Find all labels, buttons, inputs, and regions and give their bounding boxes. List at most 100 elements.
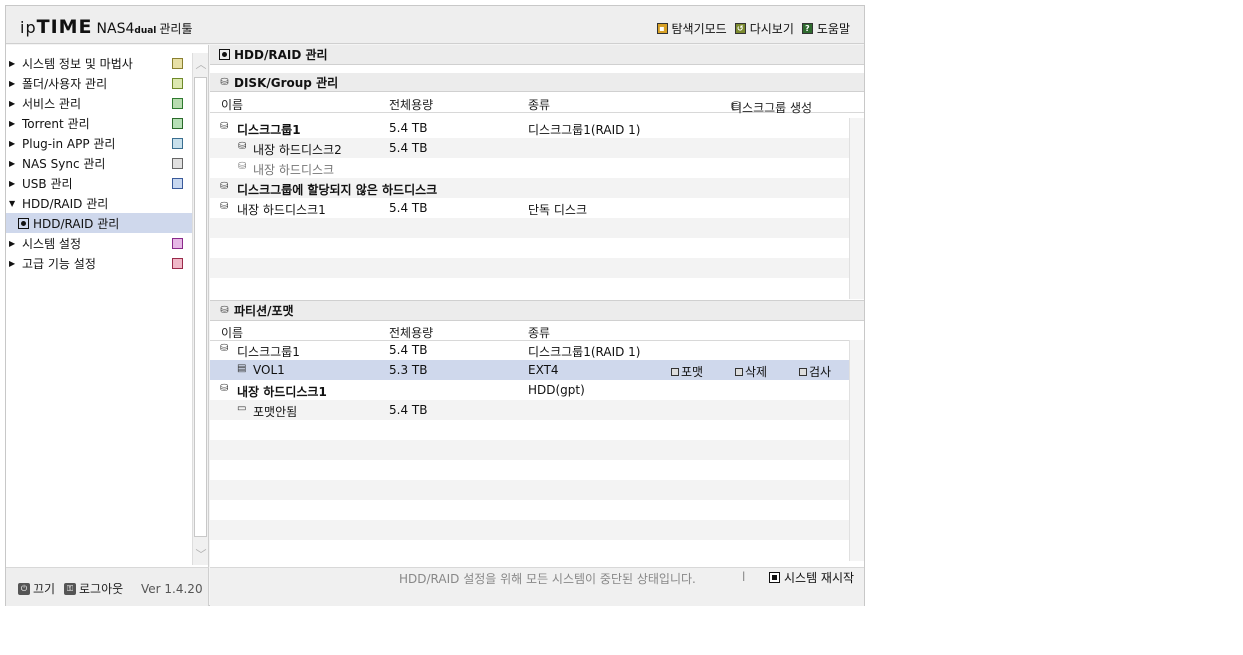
advanced-icon <box>172 258 183 269</box>
table-row <box>210 480 849 500</box>
partition-section-header: ⛁ 파티션/포맷 <box>210 300 864 321</box>
disk-group-icon: ⛁ <box>220 181 229 192</box>
disk-group-icon: ⛁ <box>220 343 229 354</box>
sidebar-item-label: USB 관리 <box>22 176 73 191</box>
table-row <box>210 278 849 298</box>
row-type: HDD(gpt) <box>528 383 585 397</box>
sidebar-item-label: Torrent 관리 <box>22 116 90 131</box>
logout-button[interactable]: ⚿ 로그아웃 <box>64 580 123 597</box>
scrollbar-thumb[interactable] <box>194 77 207 537</box>
system-restart-label: 시스템 재시작 <box>784 571 855 585</box>
check-icon <box>799 367 807 376</box>
unformatted-partition-icon: ▭ <box>237 403 247 414</box>
plugin-icon <box>172 138 183 149</box>
disk-group-section-title: DISK/Group 관리 <box>234 75 339 90</box>
check-label: 검사 <box>809 365 832 379</box>
delete-button[interactable]: 삭제 <box>735 363 767 380</box>
sidebar-item-torrent[interactable]: ▶ Torrent 관리 <box>6 113 193 133</box>
expand-arrow-icon: ▶ <box>9 258 16 268</box>
restart-icon <box>769 572 780 583</box>
version-text: Ver 1.4.20 <box>141 582 203 596</box>
delete-label: 삭제 <box>745 365 768 379</box>
table-row[interactable]: ⛁ 디스크그룹1 5.4 TB 디스크그룹1(RAID 1) <box>210 118 849 138</box>
torrent-icon <box>172 118 183 129</box>
row-type: 단독 디스크 <box>528 203 588 217</box>
sidebar-item-service[interactable]: ▶ 서비스 관리 <box>6 93 193 113</box>
app-window: ip TIME NAS4 dual 관리툴 ▪ 탐색기모드 ↺ 다시보기 ? 도… <box>5 5 865 606</box>
sidebar-item-folder-user[interactable]: ▶ 폴더/사용자 관리 <box>6 73 193 93</box>
row-capacity: 5.4 TB <box>389 141 428 155</box>
collapse-arrow-icon: ▼ <box>9 198 16 208</box>
row-name: 내장 하드디스크 <box>253 163 335 177</box>
help-link[interactable]: ? 도움말 <box>801 20 850 37</box>
sidebar-item-hdd-raid[interactable]: ▼ HDD/RAID 관리 <box>6 193 193 213</box>
row-type: 디스크그룹1(RAID 1) <box>528 345 641 359</box>
format-label: 포맷 <box>681 365 704 379</box>
row-name: 디스크그룹에 할당되지 않은 하드디스크 <box>237 183 438 197</box>
sidebar-item-label: Plug-in APP 관리 <box>22 136 116 151</box>
partition-column-header: 이름 전체용량 종류 <box>210 321 864 341</box>
status-message: HDD/RAID 설정을 위해 모든 시스템이 중단된 상태입니다. <box>399 572 696 586</box>
check-button[interactable]: 검사 <box>799 363 831 380</box>
sidebar-item-system-settings[interactable]: ▶ 시스템 설정 <box>6 233 193 253</box>
row-name: 내장 하드디스크1 <box>237 385 327 399</box>
sidebar-item-plugin-app[interactable]: ▶ Plug-in APP 관리 <box>6 133 193 153</box>
delete-icon <box>735 367 743 376</box>
folder-icon: ▪ <box>656 23 668 34</box>
partition-scrollbar[interactable] <box>849 340 864 561</box>
table-row[interactable]: ⛁ 내장 하드디스크1 5.4 TB 단독 디스크 <box>210 198 849 218</box>
service-icon <box>172 98 183 109</box>
status-bar: HDD/RAID 설정을 위해 모든 시스템이 중단된 상태입니다. l 시스템… <box>210 567 864 606</box>
disk-group-column-header: 이름 전체용량 종류 ⛁ 디스크그룹 생성 <box>210 93 864 115</box>
table-row-selected[interactable]: ▤ VOL1 5.3 TB EXT4 포맷 삭제 검사 <box>210 360 849 380</box>
row-name: 디스크그룹1 <box>237 345 300 359</box>
row-capacity: 5.4 TB <box>389 201 428 215</box>
sidebar-subitem-hdd-raid[interactable]: HDD/RAID 관리 <box>6 213 193 233</box>
table-row[interactable]: ▭ 포맷안됨 5.4 TB <box>210 400 849 420</box>
table-row[interactable]: ⛁ 내장 하드디스크1 HDD(gpt) <box>210 380 849 400</box>
scroll-up-icon[interactable]: ︿ <box>193 53 209 75</box>
power-off-button[interactable]: ⏻ 끄기 <box>18 580 55 597</box>
row-type: EXT4 <box>528 363 559 377</box>
table-row <box>210 238 849 258</box>
sidebar-item-label: 폴더/사용자 관리 <box>22 76 108 91</box>
help-icon: ? <box>801 23 813 34</box>
chart-icon <box>172 58 183 69</box>
table-row <box>210 420 849 440</box>
status-separator: l <box>742 570 746 584</box>
sidebar: ▶ 시스템 정보 및 마법사 ▶ 폴더/사용자 관리 ▶ 서비스 관리 ▶ To… <box>6 45 209 567</box>
expand-arrow-icon: ▶ <box>9 158 16 168</box>
sidebar-item-label: 시스템 설정 <box>22 236 82 251</box>
sidebar-item-advanced[interactable]: ▶ 고급 기능 설정 <box>6 253 193 273</box>
volume-icon: ▤ <box>237 363 247 374</box>
hard-disk-icon: ⛁ <box>220 201 229 212</box>
disk-icon <box>18 217 29 229</box>
settings-icon <box>172 238 183 249</box>
sidebar-item-usb[interactable]: ▶ USB 관리 <box>6 173 193 193</box>
table-row <box>210 218 849 238</box>
explore-mode-link[interactable]: ▪ 탐색기모드 <box>656 20 727 37</box>
logo-time: TIME <box>36 16 93 38</box>
sidebar-scrollbar[interactable]: ︿ ﹀ <box>192 53 208 565</box>
logo-dual: dual <box>134 26 157 36</box>
table-row[interactable]: ⛁ 디스크그룹에 할당되지 않은 하드디스크 <box>210 178 849 198</box>
refresh-label: 다시보기 <box>749 22 794 36</box>
sidebar-item-system-info[interactable]: ▶ 시스템 정보 및 마법사 <box>6 53 193 73</box>
sidebar-item-nas-sync[interactable]: ▶ NAS Sync 관리 <box>6 153 193 173</box>
logo-tool: 관리툴 <box>159 22 193 36</box>
system-restart-button[interactable]: 시스템 재시작 <box>769 569 854 586</box>
column-capacity: 전체용량 <box>389 98 434 112</box>
folder-user-icon <box>172 78 183 89</box>
refresh-link[interactable]: ↺ 다시보기 <box>734 20 794 37</box>
expand-arrow-icon: ▶ <box>9 178 16 188</box>
scroll-down-icon[interactable]: ﹀ <box>193 543 209 565</box>
table-row[interactable]: ⛁ 내장 하드디스크2 5.4 TB <box>210 138 849 158</box>
format-button[interactable]: 포맷 <box>671 363 703 380</box>
disk-group-scrollbar[interactable] <box>849 118 864 299</box>
main-panel: HDD/RAID 관리 ⛁ DISK/Group 관리 이름 전체용량 종류 ⛁… <box>210 45 864 567</box>
table-row[interactable]: ⛁ 디스크그룹1 5.4 TB 디스크그룹1(RAID 1) <box>210 340 849 360</box>
hard-disk-icon: ⛁ <box>238 161 247 172</box>
table-row[interactable]: ⛁ 내장 하드디스크 <box>210 158 849 178</box>
expand-arrow-icon: ▶ <box>9 58 16 68</box>
row-capacity: 5.4 TB <box>389 403 428 417</box>
